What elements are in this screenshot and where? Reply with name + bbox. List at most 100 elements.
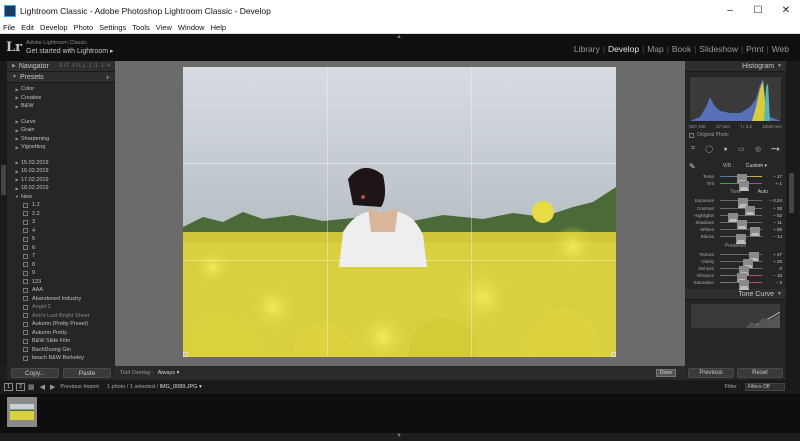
contrast-slider[interactable]: Contrast + 30 (689, 205, 782, 216)
preset-item[interactable]: 1.2 (7, 201, 115, 210)
preset-item[interactable]: ▶ 18.02.2019 (7, 184, 115, 193)
red-eye-icon[interactable]: ● (723, 146, 727, 153)
collapse-bottom-arrow-icon[interactable]: ▼ (396, 433, 402, 439)
done-button[interactable]: Done (656, 369, 676, 377)
highlights-value[interactable]: − 52 (765, 213, 782, 218)
menu-edit[interactable]: Edit (21, 23, 34, 32)
menu-settings[interactable]: Settings (99, 23, 126, 32)
wb-eyedropper-icon[interactable]: ✎ (689, 162, 703, 171)
texture-track[interactable] (720, 251, 762, 262)
preset-item[interactable]: AAA (7, 286, 115, 295)
crop-handle-bottom-right[interactable] (611, 352, 616, 357)
copy-button[interactable]: Copy... (11, 368, 59, 378)
reset-button[interactable]: Reset (737, 368, 783, 378)
contrast-track[interactable] (720, 205, 762, 216)
spot-removal-icon[interactable]: ◯ (705, 145, 713, 153)
preset-item[interactable]: ▶ Sharpening (7, 135, 115, 144)
minimize-button[interactable]: – (716, 0, 744, 21)
temp-slider[interactable]: Temp − 17 (689, 173, 782, 185)
preset-item[interactable]: B&W Slide Film (7, 337, 115, 346)
blacks-value[interactable]: − 14 (765, 234, 782, 239)
texture-slider[interactable]: Texture + 47 (689, 251, 782, 262)
preset-item[interactable]: ▶ Curve (7, 118, 115, 127)
module-develop[interactable]: Develop (608, 44, 639, 54)
close-button[interactable]: ✕ (772, 0, 800, 21)
preset-item[interactable]: 6 (7, 244, 115, 253)
whites-slider[interactable]: Whites + 50 (689, 226, 782, 238)
maximize-button[interactable]: ☐ (744, 0, 772, 21)
highlights-track[interactable] (720, 212, 762, 223)
back-arrow-icon[interactable]: ◀ (40, 383, 45, 391)
blacks-track[interactable] (720, 234, 762, 245)
preset-item[interactable]: ▶ 16.02.2019 (7, 167, 115, 176)
paste-button[interactable]: Paste (63, 368, 111, 378)
wb-select[interactable]: Custom ▾ (746, 163, 767, 169)
crop-handle-top-right[interactable] (611, 67, 616, 72)
photo-canvas[interactable] (183, 67, 616, 357)
left-panel-scroll-handle[interactable] (1, 165, 6, 195)
preset-item[interactable]: ▶ B&W (7, 102, 115, 111)
graduated-filter-icon[interactable]: ▭ (738, 145, 745, 153)
preset-item[interactable]: ▶ Grain (7, 126, 115, 135)
preset-item[interactable]: Ann's Last Bright Sheet (7, 312, 115, 321)
vibrance-slider[interactable]: Vibrance − 10 (689, 272, 782, 284)
adjustment-brush-icon[interactable]: ━● (771, 145, 779, 153)
navigator-zoom-options[interactable]: FIT FILL 1:1 1:4 (60, 63, 111, 69)
preset-item[interactable]: Autumn (Pretty Preset) (7, 320, 115, 329)
preset-item[interactable]: Angel 2 (7, 303, 115, 312)
dehaze-value[interactable]: 0 (765, 266, 782, 271)
tint-track[interactable] (720, 181, 762, 192)
texture-value[interactable]: + 47 (765, 252, 782, 257)
tone-curve-graph[interactable] (691, 304, 781, 329)
preset-item[interactable]: BachDuong Gin (7, 346, 115, 355)
preset-item[interactable]: 7 (7, 252, 115, 261)
exposure-value[interactable]: − 0.24 (765, 198, 782, 203)
module-library[interactable]: Library (574, 44, 600, 54)
crop-handle-top-left[interactable] (183, 67, 188, 72)
menu-file[interactable]: File (3, 23, 15, 32)
preset-item[interactable]: 9 (7, 269, 115, 278)
module-book[interactable]: Book (672, 44, 691, 54)
module-print[interactable]: Print (746, 44, 763, 54)
preset-item[interactable]: 123 (7, 278, 115, 287)
filmstrip-source[interactable]: Previous Import (60, 384, 99, 390)
menu-develop[interactable]: Develop (40, 23, 68, 32)
preset-item[interactable]: 5 (7, 235, 115, 244)
blacks-slider[interactable]: Blacks − 14 (689, 233, 782, 245)
main-window-button[interactable]: 1 (4, 383, 13, 391)
dehaze-slider[interactable]: Dehaze 0 (689, 265, 782, 276)
menu-tools[interactable]: Tools (132, 23, 150, 32)
preset-item[interactable]: ▼ New (7, 193, 115, 202)
preset-item[interactable]: Abandoned Industry (7, 295, 115, 304)
preset-item[interactable]: ▶ 17.02.2019 (7, 176, 115, 185)
auto-tone-button[interactable]: Auto (758, 189, 768, 195)
saturation-track[interactable] (720, 280, 762, 291)
histogram[interactable] (689, 76, 782, 122)
preset-item[interactable]: 4 (7, 227, 115, 236)
preset-item[interactable]: ▶ Creative (7, 94, 115, 103)
filmstrip-thumbnail[interactable] (7, 397, 37, 427)
saturation-value[interactable]: − 3 (765, 280, 782, 285)
whites-value[interactable]: + 50 (765, 227, 782, 232)
tool-overlay-select[interactable]: Always ▾ (158, 370, 180, 376)
tint-slider[interactable]: Tint + 1 (689, 180, 782, 192)
presets-header[interactable]: ▼ Presets + (7, 72, 115, 83)
preset-item[interactable]: 3 (7, 218, 115, 227)
shadows-value[interactable]: − 11 (765, 220, 782, 225)
collapse-top-arrow-icon[interactable]: ▲ (396, 34, 402, 40)
dehaze-track[interactable] (720, 265, 762, 276)
previous-button[interactable]: Previous (688, 368, 734, 378)
shadows-track[interactable] (720, 220, 762, 231)
preset-item[interactable]: 2.2 (7, 210, 115, 219)
forward-arrow-icon[interactable]: ▶ (50, 383, 55, 391)
preset-item[interactable]: Autumn Pretty (7, 329, 115, 338)
filename[interactable]: IMG_0089.JPG ▾ (160, 384, 202, 390)
contrast-value[interactable]: + 30 (765, 206, 782, 211)
exposure-track[interactable] (720, 198, 762, 209)
clarity-track[interactable] (720, 258, 762, 269)
crop-handle-bottom-left[interactable] (183, 352, 188, 357)
filter-select[interactable]: Filters Off (745, 383, 785, 391)
radial-filter-icon[interactable]: ◎ (755, 145, 761, 153)
original-photo-checkbox[interactable] (689, 132, 694, 138)
grid-view-icon[interactable]: ▦ (28, 383, 35, 391)
